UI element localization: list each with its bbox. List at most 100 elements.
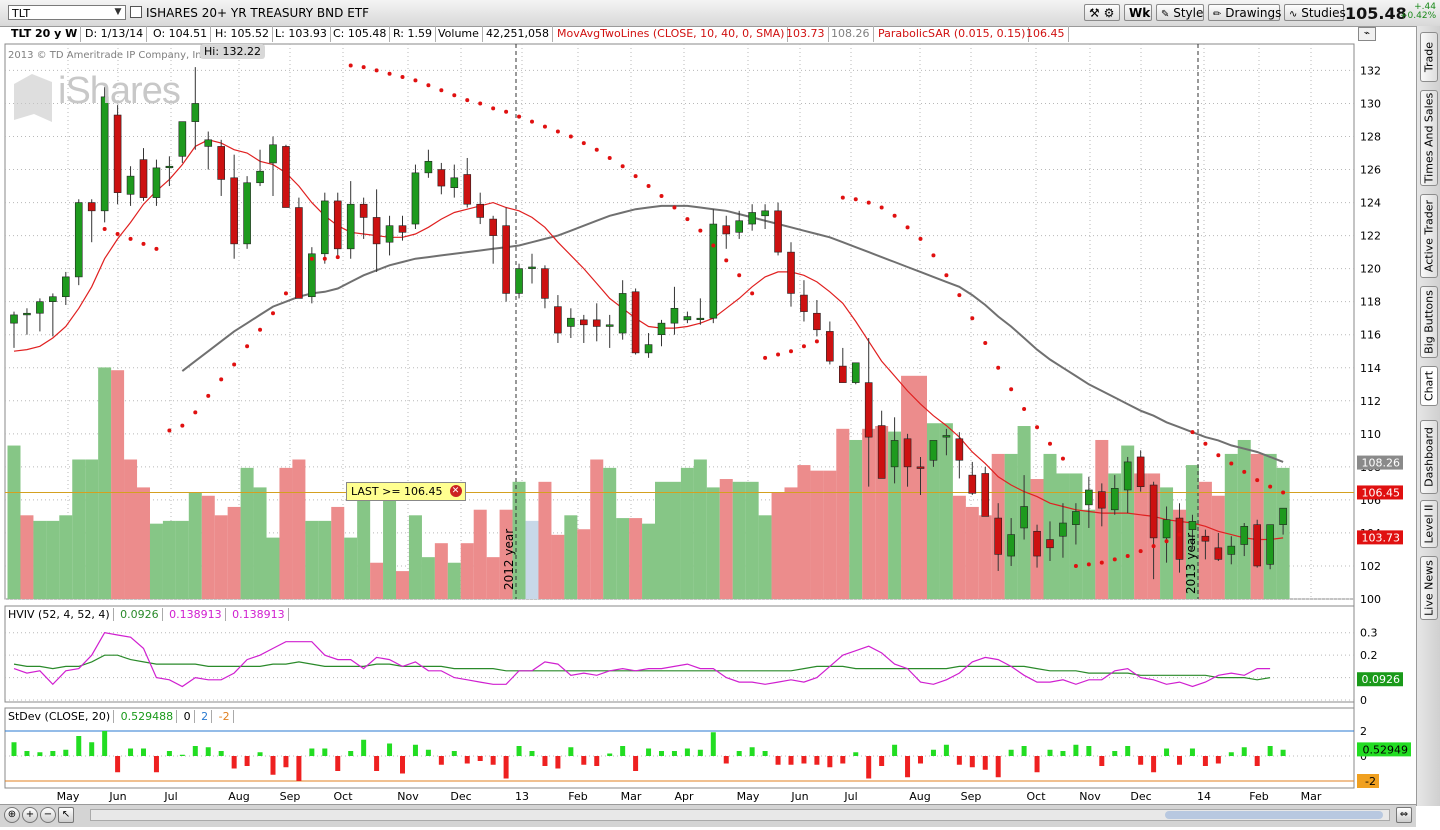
aggregation-button[interactable]: Wk (1124, 4, 1152, 21)
chart-period[interactable]: TLT 20 y W (8, 26, 82, 42)
x-tick-label: Dec (450, 790, 471, 803)
stdev-bar (322, 748, 328, 756)
symbol-info-icon[interactable] (130, 6, 142, 18)
volume-bar (396, 571, 409, 599)
candle-body (320, 200, 329, 255)
chart-settings-icon[interactable]: ⌁ (1358, 27, 1376, 41)
sar-dot (361, 65, 366, 70)
stdev-bar (387, 743, 393, 756)
candle-body (787, 251, 795, 294)
stdev-bar (1254, 756, 1260, 766)
stdev-bar (1099, 756, 1105, 766)
tab-level-ii[interactable]: Level II (1420, 500, 1438, 548)
time-scrollbar[interactable] (90, 809, 1390, 821)
cursor-icon[interactable]: ↖ (58, 807, 74, 823)
candle-body (1188, 521, 1197, 530)
volume-bar (758, 515, 772, 599)
volume-bar (965, 506, 979, 599)
candle-body (670, 307, 679, 324)
close-alert-icon[interactable]: ✕ (449, 485, 462, 497)
stdev-tag-label: 0.52949 (1363, 743, 1409, 756)
ma-study-label[interactable]: MovAvgTwoLines (CLOSE, 10, 40, 0, SMA) (554, 26, 789, 42)
stdev-bar (1112, 751, 1118, 756)
stdev-bar (1164, 748, 1170, 756)
volume-bar (978, 515, 992, 599)
drawings-button[interactable]: ✏ Drawings (1208, 4, 1282, 21)
sar-dot (970, 316, 975, 321)
sar-dot (1009, 387, 1014, 392)
candle-body (541, 268, 549, 299)
sar-dot (840, 195, 845, 200)
expand-icon[interactable]: ⇔ (1396, 807, 1412, 823)
tab-times-and-sales-label: Times And Sales (1422, 92, 1436, 184)
candle-body (476, 203, 485, 218)
y-tick-label: 122 (1360, 230, 1381, 243)
studies-button[interactable]: ∿ Studies (1284, 4, 1346, 21)
stdev-header[interactable]: StDev (CLOSE, 20) 0.529488 0 2 -2 (8, 709, 234, 724)
sar-dot (1099, 560, 1104, 565)
symbol-input[interactable]: TLT ▼ (8, 5, 126, 20)
stdev-bar (412, 744, 418, 756)
bar-high: H: 105.52 (212, 26, 273, 42)
volume-bar (188, 492, 202, 599)
sar-value: 106.45 (1023, 26, 1069, 42)
price-alert[interactable]: LAST >= 106.45 ✕ (346, 482, 466, 501)
hviv-tick-label: 0.3 (1360, 627, 1378, 640)
stdev-bar (63, 749, 69, 756)
hviv-tick-label: 0 (1360, 694, 1367, 707)
sar-dot (452, 93, 457, 98)
hviv-tick-label: 0.2 (1360, 649, 1378, 662)
stdev-bar (361, 739, 367, 756)
sar-dot (581, 141, 586, 146)
sar-dot (1242, 469, 1247, 474)
zoom-fit-icon[interactable]: ⊕ (4, 807, 20, 823)
style-button[interactable]: ✎ Style (1156, 4, 1204, 21)
studies-icon: ∿ (1289, 9, 1298, 20)
sar-dot (530, 119, 534, 124)
symbol-dropdown-icon[interactable]: ▼ (112, 7, 124, 18)
candle-body (722, 225, 731, 235)
y-tick-label: 112 (1360, 395, 1381, 408)
candle-body (605, 324, 614, 327)
sar-dot (271, 311, 275, 316)
sar-study-label[interactable]: ParabolicSAR (0.015, 0.15) (875, 26, 1030, 42)
volume-bar (849, 439, 863, 599)
tools-button[interactable]: ⚒ ⚙ (1084, 4, 1120, 21)
candle-body (398, 225, 407, 233)
volume-bar (447, 562, 461, 599)
x-tick-label: Sep (961, 790, 982, 803)
tab-dashboard[interactable]: Dashboard (1420, 420, 1438, 494)
stdev-bar (1073, 744, 1079, 756)
scrollbar-thumb[interactable] (1165, 811, 1383, 819)
tab-trade[interactable]: Trade (1420, 32, 1438, 82)
tab-live-news[interactable]: Live News (1420, 556, 1438, 620)
sar-dot (1281, 490, 1286, 495)
hviv-header[interactable]: HVIV (52, 4, 52, 4) 0.0926 0.138913 0.13… (8, 607, 289, 622)
tab-big-buttons[interactable]: Big Buttons (1420, 286, 1438, 358)
stdev-bar (464, 756, 470, 764)
candle-body (23, 312, 31, 316)
volume-bar (551, 534, 565, 599)
volume-bar (214, 515, 228, 599)
price-tag-label: 103.73 (1362, 531, 1401, 544)
candle-body (1059, 522, 1067, 537)
tab-chart[interactable]: Chart (1420, 366, 1438, 406)
volume-bar (642, 523, 656, 599)
sar-dot (1048, 441, 1052, 446)
stdev-bar (115, 756, 121, 773)
volume-bar (629, 518, 643, 599)
drawings-label: Drawings (1225, 6, 1282, 20)
candle-body (359, 203, 368, 218)
sar-dot (322, 256, 327, 261)
zoom-out-icon[interactable]: − (40, 807, 56, 823)
tab-active-trader[interactable]: Active Trader (1420, 194, 1438, 278)
tab-times-and-sales[interactable]: Times And Sales (1420, 90, 1438, 186)
candle-body (346, 203, 355, 250)
zoom-in-icon[interactable]: + (22, 807, 38, 823)
stdev-bar (568, 747, 574, 756)
style-label: Style (1173, 6, 1204, 20)
stdev-bar (801, 756, 807, 764)
stdev-bar (620, 746, 626, 756)
chart-window: TLT ▼ ISHARES 20+ YR TREASURY BND ETF ⚒ … (0, 0, 1440, 830)
chart-area[interactable]: 1001021041061081101121141161181201221241… (0, 42, 1416, 804)
